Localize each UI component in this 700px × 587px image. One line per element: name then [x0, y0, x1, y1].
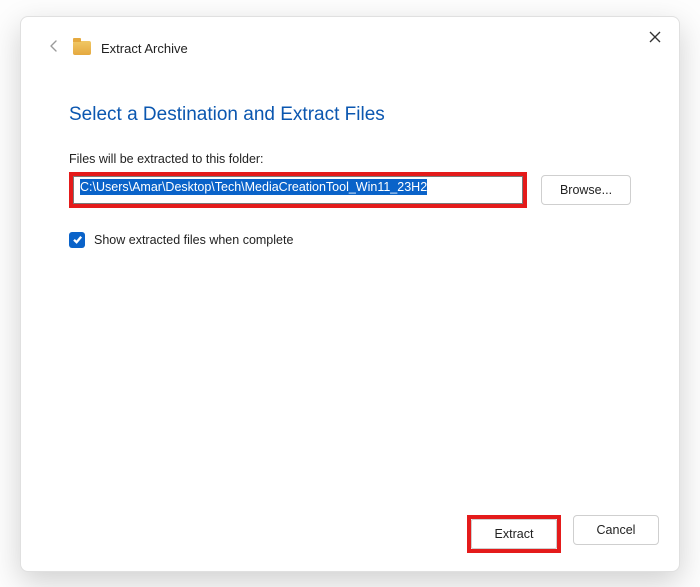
extract-button[interactable]: Extract — [471, 519, 557, 549]
checkmark-icon — [72, 234, 83, 245]
close-button[interactable] — [645, 27, 665, 47]
selected-path-text: C:\Users\Amar\Desktop\Tech\MediaCreation… — [80, 179, 427, 195]
show-files-checkbox[interactable] — [69, 232, 85, 248]
path-label: Files will be extracted to this folder: — [69, 152, 631, 166]
back-arrow-icon — [47, 39, 61, 53]
path-input-highlight: C:\Users\Amar\Desktop\Tech\MediaCreation… — [69, 172, 527, 208]
folder-icon — [73, 41, 91, 55]
cancel-button[interactable]: Cancel — [573, 515, 659, 545]
dialog-footer: Extract Cancel — [21, 501, 679, 571]
show-files-checkbox-label: Show extracted files when complete — [94, 233, 293, 247]
browse-button[interactable]: Browse... — [541, 175, 631, 205]
main-heading: Select a Destination and Extract Files — [69, 104, 631, 126]
close-icon — [649, 31, 661, 43]
show-files-checkbox-row: Show extracted files when complete — [69, 232, 631, 248]
path-row: C:\Users\Amar\Desktop\Tech\MediaCreation… — [69, 172, 631, 208]
extract-archive-dialog: Extract Archive Select a Destination and… — [20, 16, 680, 572]
extract-button-highlight: Extract — [467, 515, 561, 553]
dialog-content: Select a Destination and Extract Files F… — [21, 64, 679, 501]
dialog-header: Extract Archive — [21, 17, 679, 64]
destination-path-input[interactable]: C:\Users\Amar\Desktop\Tech\MediaCreation… — [73, 176, 523, 204]
back-button[interactable] — [45, 39, 63, 58]
dialog-title: Extract Archive — [101, 41, 188, 56]
